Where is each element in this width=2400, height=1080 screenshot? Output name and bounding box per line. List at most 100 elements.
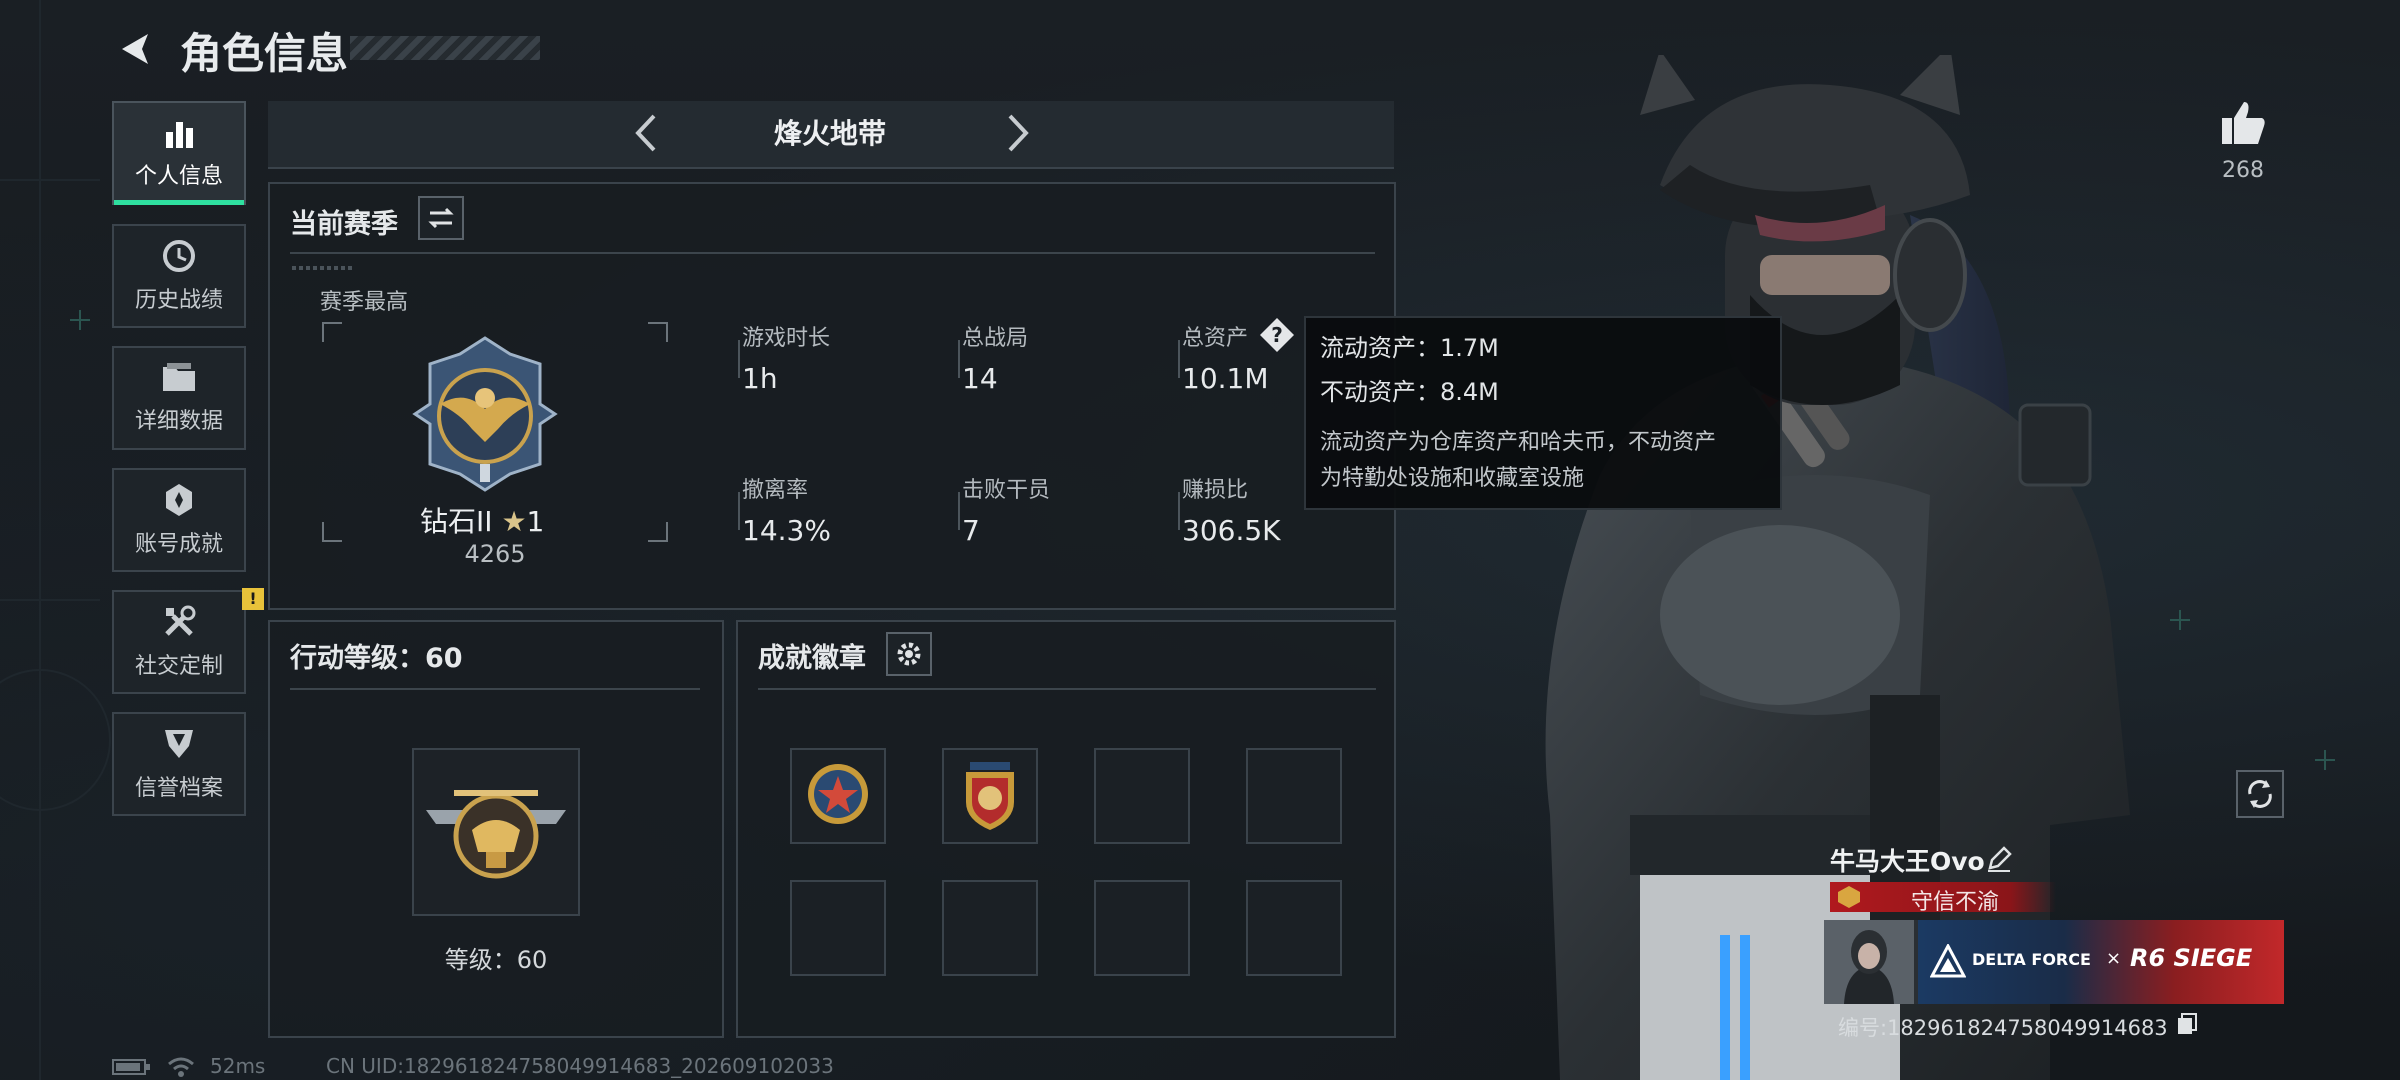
- bar-chart-icon: [166, 122, 193, 148]
- stat-label-matches: 总战局: [962, 326, 1029, 351]
- stat-label-extract-rate: 撤离率: [742, 478, 809, 503]
- stat-value-assets: 10.1M: [1182, 362, 1269, 395]
- title-emblem-icon: [1838, 886, 1860, 908]
- divider: [290, 688, 700, 690]
- stat-label-kills: 击败干员: [962, 478, 1051, 503]
- sidebar-item-detailed-data[interactable]: 详细数据: [112, 346, 246, 450]
- gear-icon: [897, 642, 921, 666]
- level-emblem-frame: [412, 748, 580, 916]
- season-title: 当前赛季: [290, 209, 398, 240]
- badge-slot-6[interactable]: [942, 880, 1038, 976]
- rotate-icon: [2248, 780, 2272, 808]
- sidebar-item-label: 详细数据: [134, 409, 223, 434]
- player-id-text: 编号:1829618247580499146: [1838, 1016, 2141, 1040]
- stat-tick: [738, 492, 740, 530]
- edit-name-icon[interactable]: [1986, 846, 2012, 872]
- folder-icon: [163, 363, 195, 391]
- copy-icon[interactable]: [2176, 1012, 2198, 1036]
- stat-value-playtime: 1h: [742, 362, 778, 395]
- sidebar-item-label: 个人信息: [134, 164, 223, 189]
- season-switch-button[interactable]: [418, 196, 464, 240]
- stat-label-profit-ratio: 赚损比: [1182, 478, 1249, 503]
- stat-value-kills: 7: [962, 514, 980, 547]
- sidebar-item-label: 历史战绩: [134, 288, 223, 313]
- sidebar-item-achievements[interactable]: 账号成就: [112, 468, 246, 572]
- badge-slot-8[interactable]: [1246, 880, 1342, 976]
- avatar-icon: [1824, 920, 1914, 1004]
- badge-slot-3[interactable]: [1094, 748, 1190, 844]
- assets-tooltip: 流动资产：1.7M 不动资产：8.4M 流动资产为仓库资产和哈夫币，不动资产 为…: [1304, 316, 1782, 510]
- sidebar-item-personal-info[interactable]: 个人信息: [112, 101, 246, 205]
- banner-separator: ×: [2106, 948, 2122, 969]
- sidebar-item-social-custom[interactable]: 社交定制 !: [112, 588, 264, 694]
- tooltip-description-line1: 流动资产为仓库资产和哈夫币，不动资产: [1320, 430, 1717, 455]
- divider: [290, 252, 1375, 254]
- ping-value: 52ms: [210, 1054, 266, 1078]
- sidebar-item-match-history[interactable]: 历史战绩: [112, 224, 246, 328]
- divider: [758, 688, 1376, 690]
- collab-banner: DELTA FORCE × R6 SIEGE: [1918, 920, 2284, 1004]
- tools-icon: [165, 605, 196, 636]
- player-name: 牛马大王Ovo: [1830, 847, 1985, 876]
- banner-brand-2: R6 SIEGE: [2130, 944, 2253, 972]
- player-avatar: [1824, 920, 1914, 1004]
- frame-corner: [322, 522, 342, 542]
- badge-slot-4[interactable]: [1246, 748, 1342, 844]
- player-banner[interactable]: DELTA FORCE × R6 SIEGE: [1824, 920, 2284, 1004]
- stat-tick: [1178, 492, 1180, 530]
- clock-history-icon: [163, 240, 195, 272]
- mode-title: 烽火地带: [773, 117, 886, 150]
- rank-stars: 1: [526, 505, 545, 538]
- player-title-bar: 守信不渝: [1830, 882, 2056, 915]
- delta-force-logo: [1930, 944, 1966, 978]
- battery-icon: [112, 1059, 150, 1075]
- badge-slot-7[interactable]: [1094, 880, 1190, 976]
- stat-tick: [738, 340, 740, 378]
- tooltip-description-line2: 为特勤处设施和收藏室设施: [1320, 466, 1585, 491]
- rank-name-text: 钻石II: [420, 505, 493, 538]
- stat-value-extract-rate: 14.3%: [742, 514, 831, 547]
- like-button[interactable]: [2218, 98, 2268, 148]
- notification-badge: !: [242, 588, 264, 610]
- star-icon: ★: [501, 505, 527, 538]
- stat-label-playtime: 游戏时长: [742, 326, 831, 351]
- divider-decoration: [292, 266, 352, 270]
- badges-title: 成就徽章: [758, 643, 866, 674]
- rotate-character-button[interactable]: [2236, 770, 2284, 818]
- stat-tick: [958, 492, 960, 530]
- back-arrow-icon: [122, 34, 148, 64]
- tooltip-liquid-assets: 流动资产：1.7M: [1320, 334, 1499, 362]
- badge-slot-2[interactable]: [942, 748, 1038, 844]
- frame-corner: [648, 322, 668, 342]
- level-text: 等级：60: [444, 946, 548, 974]
- wifi-icon: [168, 1057, 194, 1077]
- sidebar-item-label: 账号成就: [134, 532, 223, 557]
- banner-brand-1: DELTA FORCE: [1972, 950, 2091, 969]
- help-icon[interactable]: ?: [1258, 316, 1296, 354]
- thumbs-up-icon: [2222, 102, 2265, 144]
- back-button[interactable]: [112, 26, 158, 72]
- season-best-label: 赛季最高: [320, 290, 409, 315]
- title-decoration: [350, 36, 540, 60]
- sidebar-item-reputation[interactable]: 信誉档案: [112, 712, 246, 816]
- player-id-suffix: 83: [2140, 1016, 2168, 1040]
- badge-slot-5[interactable]: [790, 880, 886, 976]
- sidebar-item-label: 社交定制: [134, 654, 223, 679]
- badges-settings-button[interactable]: [886, 632, 932, 676]
- frame-corner: [322, 322, 342, 342]
- stat-label-assets: 总资产: [1182, 326, 1249, 351]
- page-title: 角色信息: [180, 29, 349, 78]
- next-mode-button[interactable]: [994, 110, 1040, 156]
- stat-tick: [958, 340, 960, 378]
- tooltip-fixed-assets: 不动资产：8.4M: [1320, 378, 1499, 406]
- badge-slot-1[interactable]: [790, 748, 886, 844]
- rank-name: 钻石II ★1: [420, 500, 544, 540]
- player-title: 守信不渝: [1910, 890, 1999, 915]
- stat-value-matches: 14: [962, 362, 998, 395]
- star-medal-icon: [808, 764, 868, 824]
- rank-score: 4265: [464, 540, 526, 568]
- shield-medal-icon: [966, 762, 1014, 830]
- player-id: 编号:182961824758049914683: [1838, 1012, 2168, 1042]
- stat-tick: [1178, 340, 1180, 378]
- rank-emblem-icon: [412, 336, 558, 492]
